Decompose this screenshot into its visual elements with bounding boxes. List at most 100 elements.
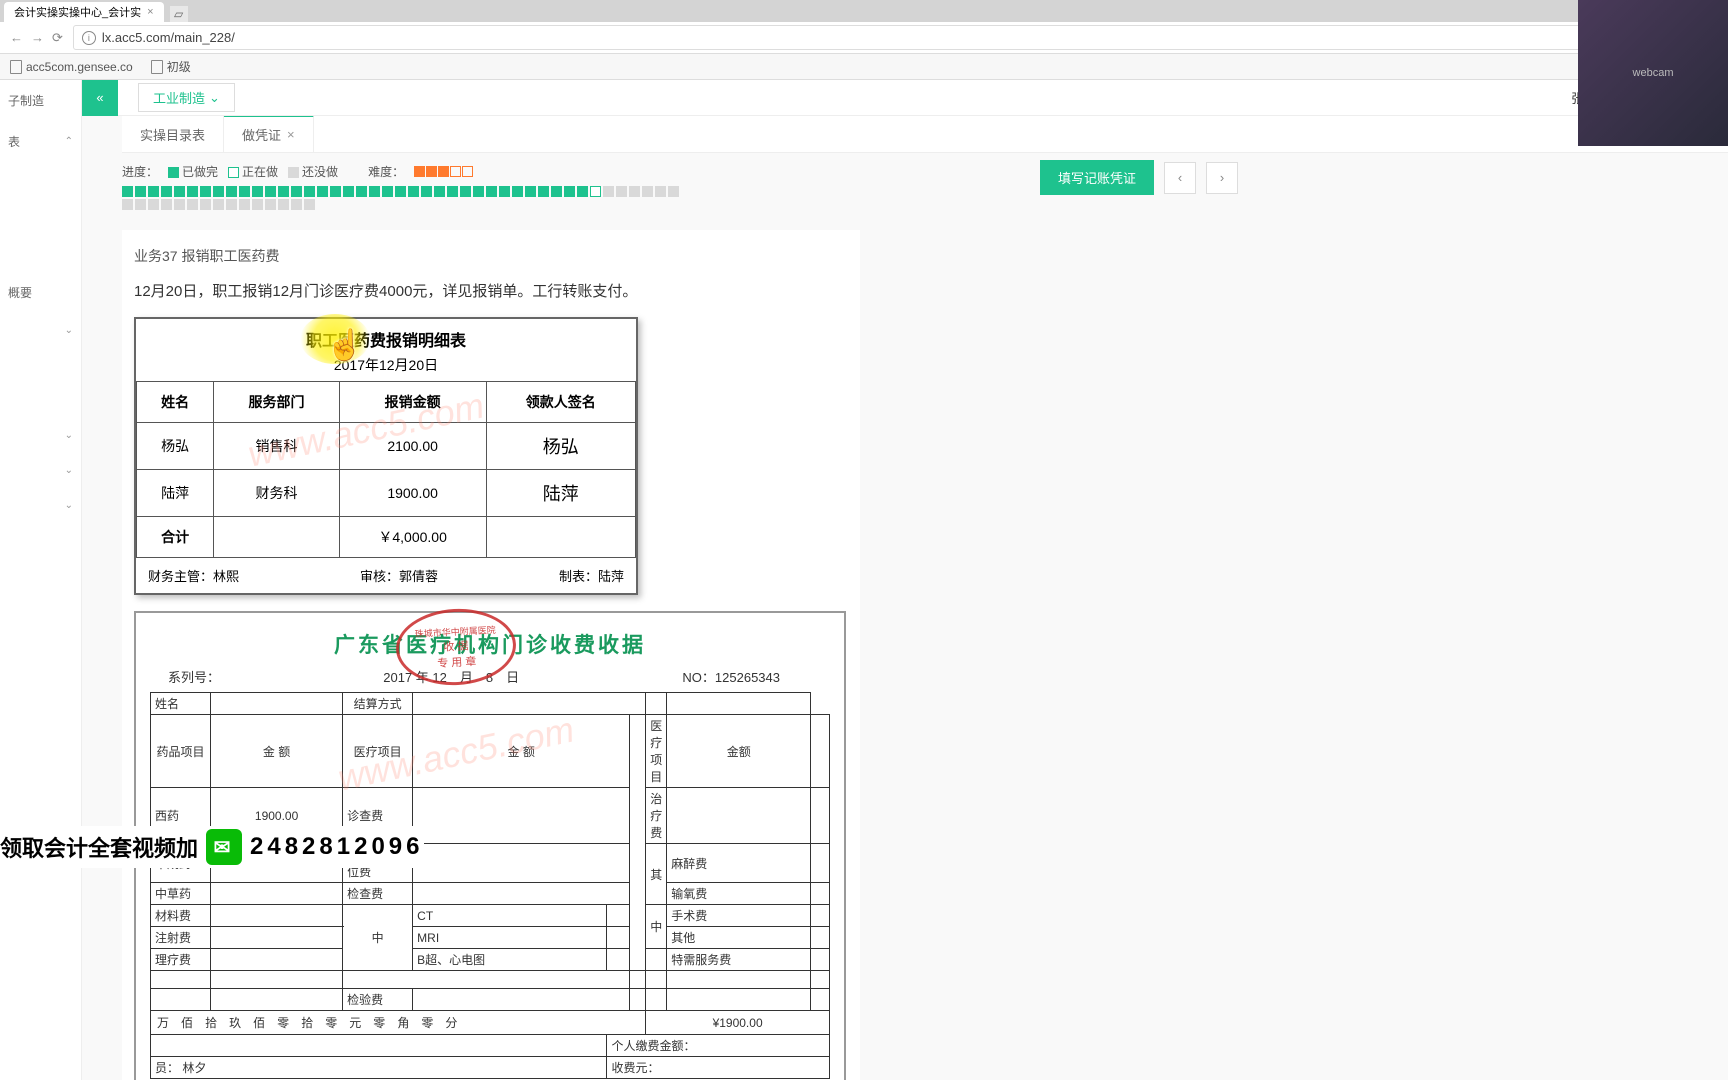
progress-box[interactable] [226, 186, 237, 197]
progress-box[interactable] [408, 186, 419, 197]
sidebar-expander[interactable]: ⌄ [0, 313, 81, 348]
page-icon [10, 60, 22, 74]
sidebar-item-table[interactable]: 表⌃ [0, 121, 81, 162]
progress-box[interactable] [213, 186, 224, 197]
next-button[interactable]: › [1206, 162, 1238, 194]
progress-box[interactable] [265, 186, 276, 197]
progress-box[interactable] [122, 199, 133, 210]
collapse-sidebar-button[interactable]: « [82, 80, 118, 116]
progress-box[interactable] [291, 186, 302, 197]
sidebar-expander[interactable]: ⌄ [0, 453, 81, 488]
tab-voucher[interactable]: 做凭证 × [224, 116, 314, 152]
progress-box[interactable] [265, 199, 276, 210]
progress-box[interactable] [447, 186, 458, 197]
progress-box[interactable] [278, 186, 289, 197]
progress-box[interactable] [603, 186, 614, 197]
close-icon[interactable]: × [287, 127, 295, 142]
task-description: 12月20日，职工报销12月门诊医疗费4000元，详见报销单。工行转账支付。 [122, 266, 860, 311]
progress-box[interactable] [239, 186, 250, 197]
progress-box[interactable] [473, 186, 484, 197]
progress-box[interactable] [161, 186, 172, 197]
forward-icon[interactable]: → [31, 30, 44, 45]
new-tab-button[interactable]: ▱ [170, 6, 188, 22]
table-total-row: 合计 ￥4,000.00 [137, 517, 636, 558]
progress-box[interactable] [148, 199, 159, 210]
progress-box[interactable] [291, 199, 302, 210]
sidebar-item-summary[interactable]: 概要 [0, 272, 81, 313]
table-row: 陆萍 财务科 1900.00 陆萍 [137, 470, 636, 517]
progress-box[interactable] [278, 199, 289, 210]
col-amount: 报销金额 [339, 382, 486, 423]
page-icon [151, 60, 163, 74]
progress-box[interactable] [499, 186, 510, 197]
progress-box[interactable] [369, 186, 380, 197]
progress-box[interactable] [122, 186, 133, 197]
progress-box[interactable] [174, 186, 185, 197]
sidebar-expander[interactable]: ⌄ [0, 418, 81, 453]
progress-box[interactable] [356, 186, 367, 197]
content-area: 实操目录表 做凭证 × 进度： 已做完 正在做 还没做 难度： 填写记账凭证 ‹… [82, 116, 1728, 1080]
bookmark-item[interactable]: acc5com.gensee.co [10, 60, 133, 74]
progress-box[interactable] [577, 186, 588, 197]
back-icon[interactable]: ← [10, 30, 23, 45]
progress-box[interactable] [200, 186, 211, 197]
tab-list[interactable]: 实操目录表 [122, 116, 224, 152]
progress-box[interactable] [226, 199, 237, 210]
site-info-icon[interactable]: i [82, 31, 96, 45]
progress-box[interactable] [434, 186, 445, 197]
sidebar-item-manufacture[interactable]: 子制造 [0, 80, 81, 121]
prev-button[interactable]: ‹ [1164, 162, 1196, 194]
chevron-down-icon: ⌄ [65, 500, 73, 511]
progress-box[interactable] [525, 186, 536, 197]
progress-box[interactable] [642, 186, 653, 197]
progress-box[interactable] [564, 186, 575, 197]
progress-box[interactable] [239, 199, 250, 210]
progress-box[interactable] [395, 186, 406, 197]
progress-box[interactable] [252, 186, 263, 197]
task-panel: 业务37 报销职工医药费 12月20日，职工报销12月门诊医疗费4000元，详见… [122, 230, 860, 1080]
progress-box[interactable] [304, 186, 315, 197]
wechat-promo-overlay: 领取会计全套视频加 ✉ 2482812096 [0, 826, 424, 868]
difficulty-icons [414, 166, 473, 177]
progress-box[interactable] [616, 186, 627, 197]
close-icon[interactable]: × [147, 6, 153, 18]
reload-icon[interactable]: ⟳ [52, 30, 63, 46]
progress-box[interactable] [161, 199, 172, 210]
url-input[interactable]: i lx.acc5.com/main_228/ [73, 25, 1718, 50]
category-dropdown[interactable]: 工业制造 ⌄ [138, 83, 235, 112]
browser-tab[interactable]: 会计实操实操中心_会计实 × [4, 2, 164, 22]
col-dept: 服务部门 [214, 382, 339, 423]
progress-box[interactable] [187, 186, 198, 197]
progress-box[interactable] [421, 186, 432, 197]
progress-box[interactable] [330, 186, 341, 197]
progress-box[interactable] [382, 186, 393, 197]
sidebar: 子制造 表⌃ 概要 ⌄ ⌄ ⌄ ⌄ [0, 80, 82, 1080]
progress-box[interactable] [187, 199, 198, 210]
progress-box[interactable] [317, 186, 328, 197]
progress-box[interactable] [460, 186, 471, 197]
progress-box[interactable] [135, 199, 146, 210]
sidebar-expander[interactable]: ⌄ [0, 488, 81, 523]
progress-box[interactable] [590, 186, 601, 197]
progress-box[interactable] [538, 186, 549, 197]
fill-voucher-button[interactable]: 填写记账凭证 [1040, 160, 1154, 195]
progress-box[interactable] [655, 186, 666, 197]
chevron-down-icon: ⌄ [65, 465, 73, 476]
progress-box[interactable] [174, 199, 185, 210]
bookmark-item[interactable]: 初级 [151, 58, 191, 75]
tabs-bar: 实操目录表 做凭证 × [122, 116, 1728, 153]
progress-box[interactable] [551, 186, 562, 197]
progress-box[interactable] [668, 186, 679, 197]
progress-box[interactable] [148, 186, 159, 197]
progress-box[interactable] [343, 186, 354, 197]
progress-box[interactable] [135, 186, 146, 197]
progress-box[interactable] [213, 199, 224, 210]
progress-box[interactable] [200, 199, 211, 210]
progress-box[interactable] [304, 199, 315, 210]
progress-box[interactable] [629, 186, 640, 197]
legend-done-icon [168, 167, 179, 178]
progress-box[interactable] [486, 186, 497, 197]
progress-box[interactable] [252, 199, 263, 210]
progress-box[interactable] [512, 186, 523, 197]
action-row: 填写记账凭证 ‹ › [1040, 160, 1238, 195]
